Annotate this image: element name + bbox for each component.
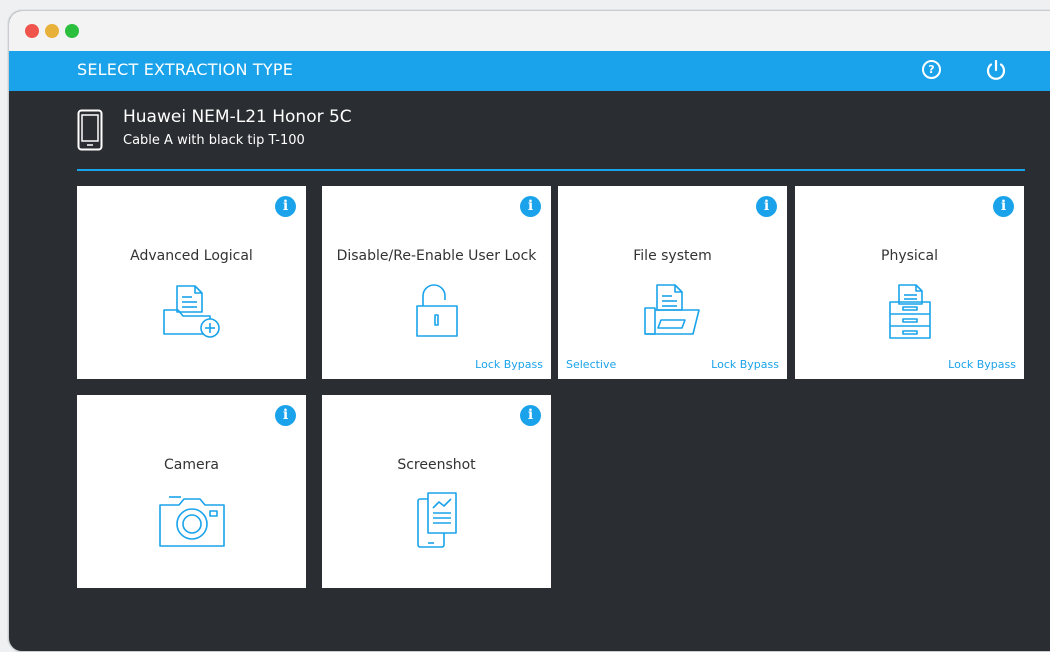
close-window-button[interactable]	[25, 24, 39, 38]
tile-advanced-logical[interactable]: i Advanced Logical	[77, 186, 306, 379]
info-icon[interactable]: i	[520, 196, 541, 217]
lock-bypass-tag: Lock Bypass	[711, 358, 779, 371]
help-circle-icon[interactable]: ?	[922, 60, 941, 79]
maximize-window-button[interactable]	[65, 24, 79, 38]
tile-user-lock[interactable]: i Disable/Re-Enable User Lock Lock Bypas…	[322, 186, 551, 379]
device-cable: Cable A with black tip T-100	[123, 133, 305, 148]
page-title: SELECT EXTRACTION TYPE	[77, 60, 294, 79]
lock-bypass-tag: Lock Bypass	[475, 358, 543, 371]
info-icon[interactable]: i	[520, 405, 541, 426]
tile-title: Advanced Logical	[130, 248, 253, 264]
selective-tag: Selective	[566, 358, 617, 371]
minimize-window-button[interactable]	[45, 24, 59, 38]
header-bar: SELECT EXTRACTION TYPE ?	[9, 51, 1050, 91]
info-icon[interactable]: i	[275, 405, 296, 426]
info-icon[interactable]: i	[275, 196, 296, 217]
tile-title: Physical	[881, 248, 938, 264]
divider	[77, 169, 1025, 171]
power-icon[interactable]	[983, 57, 1009, 83]
info-icon[interactable]: i	[993, 196, 1014, 217]
folder-add-icon	[160, 282, 224, 344]
tile-title: File system	[633, 248, 712, 264]
tile-physical[interactable]: i Physical Lock Bypass	[795, 186, 1024, 379]
open-folder-icon	[641, 282, 705, 342]
camera-icon	[157, 491, 227, 553]
tile-camera[interactable]: i Camera	[77, 395, 306, 588]
cabinet-icon	[886, 282, 934, 344]
window-titlebar	[9, 11, 1050, 52]
tile-screenshot[interactable]: i Screenshot	[322, 395, 551, 588]
tile-title: Camera	[164, 457, 219, 473]
tile-title: Screenshot	[397, 457, 476, 473]
phone-icon	[77, 109, 103, 151]
app-window: SELECT EXTRACTION TYPE ? Huawei NEM-L21 …	[8, 10, 1050, 652]
tile-file-system[interactable]: i File system Selective Lock Bypass	[558, 186, 787, 379]
tile-title: Disable/Re-Enable User Lock	[336, 248, 537, 264]
screenshot-icon	[415, 491, 459, 555]
info-icon[interactable]: i	[756, 196, 777, 217]
unlock-icon	[414, 282, 460, 342]
lock-bypass-tag: Lock Bypass	[948, 358, 1016, 371]
device-name: Huawei NEM-L21 Honor 5C	[123, 107, 352, 127]
